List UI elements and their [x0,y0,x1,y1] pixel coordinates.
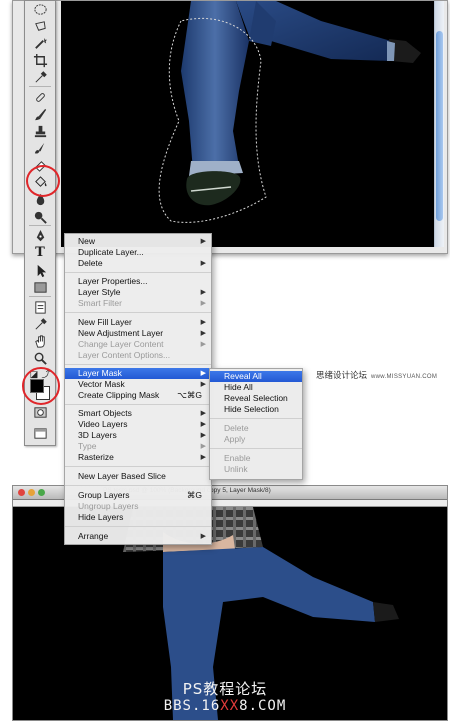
menu-separator [210,448,302,449]
submenu-item-apply: Apply [224,434,246,444]
toolbox-divider [29,86,51,87]
menu-item-new-adjustment-layer[interactable]: New Adjustment Layer ▶ [65,328,211,339]
submenu-item-unlink: Unlink [224,464,248,474]
menu-item-delete[interactable]: Delete ▶ [65,258,211,269]
shortcut-label: ⌘G [186,490,202,500]
submenu-arrow-icon: ▶ [200,443,206,450]
menu-item-smart-filter: Smart Filter ▶ [78,298,206,308]
history-brush-icon[interactable] [31,140,49,156]
healing-brush-icon[interactable] [31,89,49,105]
submenu-arrow-icon: ▶ [200,410,206,417]
top-document-window [12,0,448,254]
menu-item-hide-layers[interactable]: Hide Layers [65,512,211,523]
submenu-arrow-icon: ▶ [200,370,206,377]
clone-stamp-icon[interactable] [31,123,49,139]
screen-mode-icon[interactable] [31,425,49,441]
menu-separator [65,364,211,365]
eyedropper-2-icon[interactable] [31,316,49,332]
menu-item-layer-mask[interactable]: Layer Mask ▶ [65,368,211,379]
submenu-item-delete: Delete [224,423,249,433]
menu-separator [65,485,211,486]
path-selection-icon[interactable] [31,262,49,278]
crop-icon[interactable] [31,52,49,68]
toolbox-divider [29,296,51,297]
menu-item-group-layers[interactable]: Group Layers ⌘G [65,490,211,501]
rectangle-icon[interactable] [31,279,49,295]
menu-item-arrange[interactable]: Arrange ▶ [65,531,211,542]
menu-item-layer-content-options: Layer Content Options... [78,350,171,360]
menu-item-type: Type ▶ [78,441,206,451]
menu-item-ungroup-layers: Ungroup Layers [78,501,139,511]
menu-item-video-layers[interactable]: Video Layers ▶ [65,419,211,430]
site-annotation: 思绪设计论坛 www.MISSYUAN.COM [316,369,437,381]
menu-item-create-clipping-mask[interactable]: Create Clipping Mask ⌥⌘G [65,390,211,401]
highlight-circle-bucket [26,165,60,197]
annotation-url: www.MISSYUAN.COM [371,374,438,380]
top-canvas[interactable] [61,1,443,247]
menu-item-new-layer-based-slice[interactable]: New Layer Based Slice [65,471,211,482]
submenu-item-hide-all[interactable]: Hide All [210,382,302,393]
submenu-arrow-icon: ▶ [200,238,206,245]
watermark-title: PS教程论坛 [182,680,268,698]
shortcut-label: ⌥⌘G [177,390,202,400]
notes-icon[interactable] [31,299,49,315]
marquee-icon[interactable] [31,1,49,17]
annotation-cn: 思绪设计论坛 [316,370,368,380]
pen-icon[interactable] [31,228,49,244]
jeans-photo-top [158,1,421,223]
highlight-circle-colors [22,367,60,405]
zoom-button[interactable] [38,489,45,496]
type-icon[interactable]: T [31,245,49,261]
menu-separator [65,312,211,313]
menu-item-rasterize[interactable]: Rasterize ▶ [65,452,211,463]
zoom-icon[interactable] [31,350,49,366]
dodge-icon[interactable] [31,208,49,224]
submenu-arrow-icon: ▶ [200,319,206,326]
menu-separator [65,526,211,527]
submenu-item-reveal-selection[interactable]: Reveal Selection [210,393,302,404]
minimize-button[interactable] [28,489,35,496]
quick-mask-icon[interactable] [31,404,49,420]
submenu-arrow-icon: ▶ [200,432,206,439]
submenu-item-hide-selection[interactable]: Hide Selection [210,404,302,415]
menu-separator [65,466,211,467]
eyedropper-icon[interactable] [31,69,49,85]
menu-separator [210,418,302,419]
hand-icon[interactable] [31,333,49,349]
scrollbar-thumb[interactable] [436,31,443,221]
menu-separator [65,272,211,273]
submenu-arrow-icon: ▶ [200,260,206,267]
submenu-item-reveal-all[interactable]: Reveal All [210,371,302,382]
close-button[interactable] [18,489,25,496]
menu-item-change-layer-content: Change Layer Content ▶ [78,339,206,349]
menu-item-new[interactable]: New ▶ [65,236,211,247]
submenu-arrow-icon: ▶ [200,289,206,296]
menu-item-duplicate-layer[interactable]: Duplicate Layer... [65,247,211,258]
submenu-arrow-icon: ▶ [200,341,206,348]
watermark-url: BBS.16XX8.COM [163,698,287,714]
vertical-scrollbar[interactable] [434,1,444,247]
menu-item-3d-layers[interactable]: 3D Layers ▶ [65,430,211,441]
submenu-arrow-icon: ▶ [200,533,206,540]
submenu-arrow-icon: ▶ [200,300,206,307]
submenu-arrow-icon: ▶ [200,330,206,337]
menu-separator [65,404,211,405]
submenu-arrow-icon: ▶ [200,454,206,461]
layer-context-menu: New ▶ Duplicate Layer... Delete ▶ Layer Pr… [64,233,212,545]
submenu-arrow-icon: ▶ [200,421,206,428]
layer-mask-submenu: Reveal All Hide All Reveal Selection Hid… [209,368,303,480]
menu-item-new-fill-layer[interactable]: New Fill Layer ▶ [65,317,211,328]
submenu-item-enable: Enable [224,453,251,463]
menu-item-vector-mask[interactable]: Vector Mask ▶ [65,379,211,390]
menu-item-layer-properties[interactable]: Layer Properties... [65,276,211,287]
brush-icon[interactable] [31,106,49,122]
menu-item-smart-objects[interactable]: Smart Objects ▶ [65,408,211,419]
menu-item-layer-style[interactable]: Layer Style ▶ [65,287,211,298]
magic-wand-icon[interactable] [31,35,49,51]
lasso-icon[interactable] [31,18,49,34]
toolbox-divider [29,225,51,226]
submenu-arrow-icon: ▶ [200,381,206,388]
